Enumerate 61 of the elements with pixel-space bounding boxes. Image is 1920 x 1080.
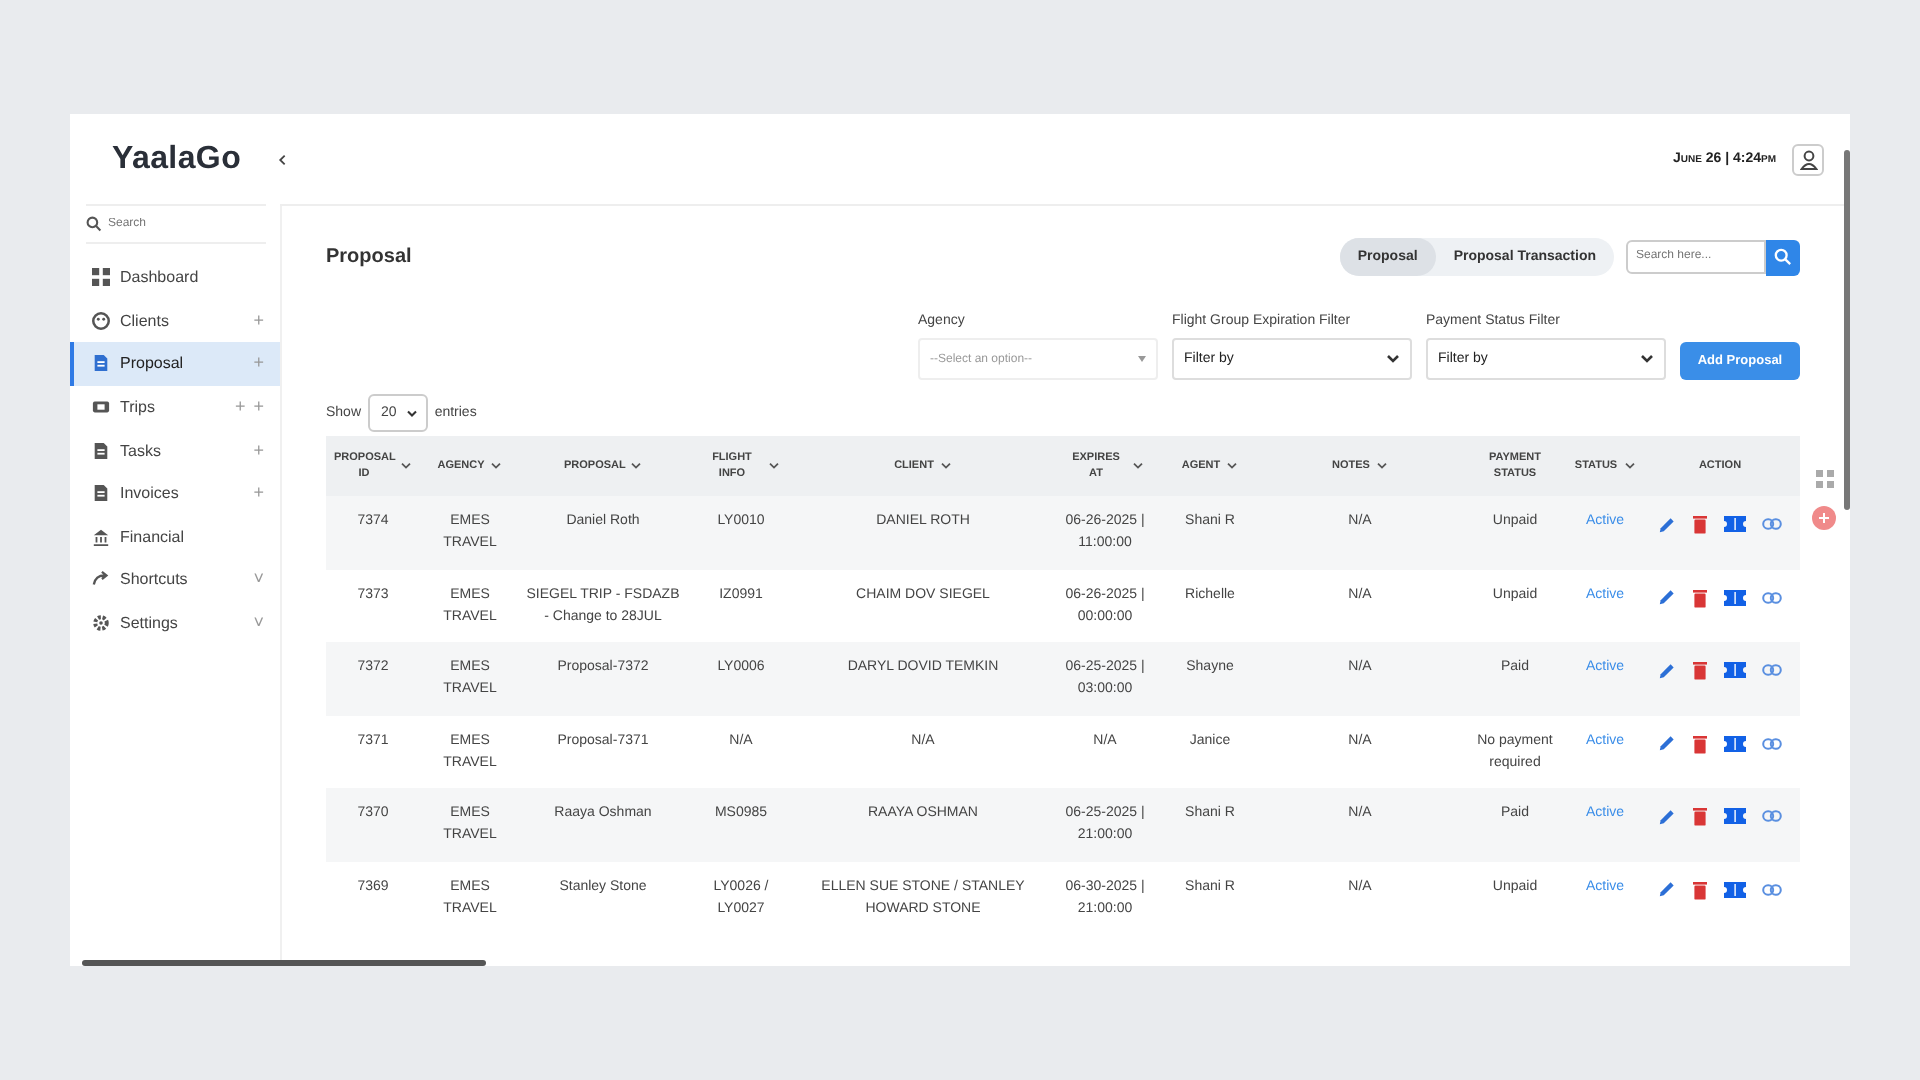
search-button[interactable] <box>1766 239 1800 275</box>
pencil-icon[interactable] <box>1658 588 1676 606</box>
page-title: Proposal <box>326 246 412 268</box>
ticket-icon[interactable] <box>1724 735 1746 751</box>
sidebar-item[interactable]: Settings ˅ <box>70 601 280 645</box>
ticket-icon[interactable] <box>1724 808 1746 824</box>
scrollbar[interactable] <box>1844 150 1850 510</box>
sidebar-item[interactable]: Financial <box>70 515 280 559</box>
sort-icon[interactable] <box>1623 462 1636 470</box>
link-icon[interactable] <box>1762 810 1782 822</box>
bank-icon <box>92 527 110 546</box>
ticket-icon[interactable] <box>1724 589 1746 605</box>
pencil-icon[interactable] <box>1658 880 1676 898</box>
scrollbar[interactable] <box>82 960 486 966</box>
sort-icon[interactable] <box>768 462 780 470</box>
sidebar-item[interactable]: Invoices + <box>70 471 280 516</box>
user-icon[interactable] <box>1792 143 1824 175</box>
ticket-icon[interactable] <box>1724 516 1746 532</box>
sort-icon[interactable] <box>1132 462 1144 470</box>
sort-icon[interactable] <box>1226 462 1239 470</box>
search-icon <box>86 216 102 232</box>
ticket-icon <box>92 398 110 417</box>
trash-icon[interactable] <box>1692 806 1708 826</box>
sidebar-item[interactable]: Shortcuts ˅ <box>70 558 280 602</box>
trash-icon[interactable] <box>1692 733 1708 753</box>
trash-icon[interactable] <box>1692 879 1708 899</box>
pencil-icon[interactable] <box>1658 734 1676 752</box>
link-icon[interactable] <box>1762 664 1782 676</box>
trash-icon[interactable] <box>1692 660 1708 680</box>
link-icon[interactable] <box>1762 518 1782 530</box>
sort-icon[interactable] <box>1375 462 1388 470</box>
pencil-icon[interactable] <box>1658 807 1676 825</box>
sidebar-item[interactable]: Dashboard <box>70 256 280 300</box>
face-icon <box>92 311 110 330</box>
sort-icon[interactable] <box>939 462 952 470</box>
dashboard-icon <box>92 268 110 287</box>
trash-icon[interactable] <box>1692 587 1708 607</box>
search-icon <box>1774 248 1792 266</box>
sort-icon[interactable] <box>490 462 503 470</box>
document-icon <box>92 354 110 373</box>
pencil-icon[interactable] <box>1658 515 1676 533</box>
link-icon[interactable] <box>1762 737 1782 749</box>
chevron-icon <box>1386 354 1400 364</box>
trash-icon[interactable] <box>1692 514 1708 534</box>
chevron-icon <box>1640 354 1654 364</box>
sidebar-item[interactable]: Tasks + <box>70 428 280 472</box>
sort-icon[interactable] <box>400 462 412 470</box>
ticket-icon[interactable] <box>1724 881 1746 897</box>
chevron-icon <box>406 409 419 417</box>
arrow-icon <box>92 570 110 589</box>
link-icon[interactable] <box>1762 591 1782 603</box>
pencil-icon[interactable] <box>1658 661 1676 679</box>
sidebar-item[interactable]: Proposal + <box>70 342 280 386</box>
gear-icon <box>92 614 110 633</box>
sort-icon[interactable] <box>630 462 642 470</box>
ticket-icon[interactable] <box>1724 662 1746 678</box>
link-icon[interactable] <box>1762 883 1782 895</box>
caret-icon <box>1138 356 1146 362</box>
brand-logo: YaalaGo <box>112 141 242 177</box>
sidebar-item[interactable]: Clients + <box>70 299 280 343</box>
collapse-icon[interactable] <box>277 151 286 167</box>
